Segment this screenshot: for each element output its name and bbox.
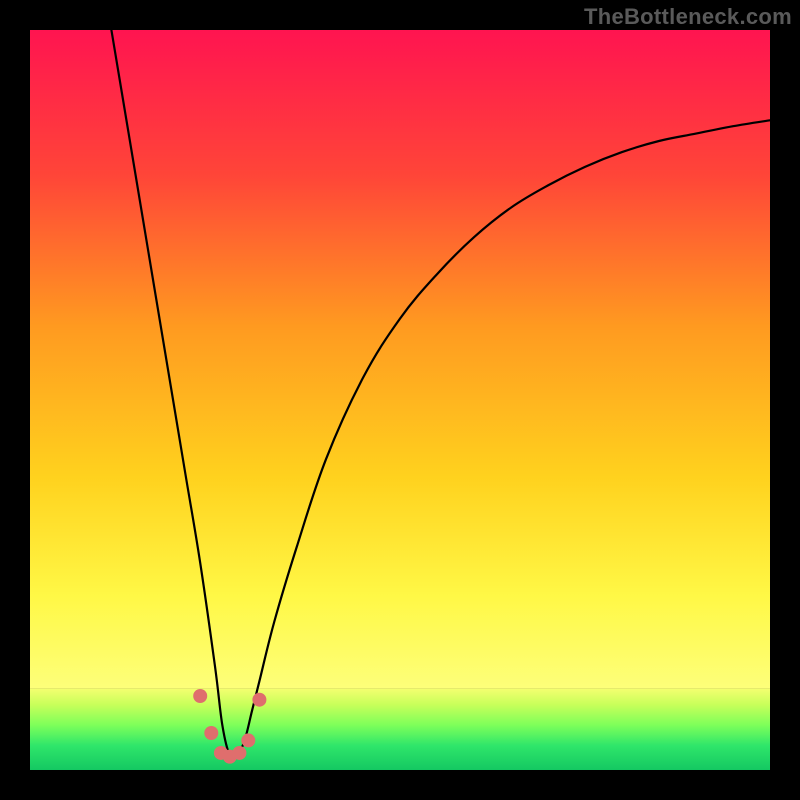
optimal-point-marker — [193, 689, 207, 703]
green-band — [30, 689, 770, 770]
optimal-point-marker — [241, 733, 255, 747]
optimal-point-marker — [204, 726, 218, 740]
optimal-point-marker — [252, 693, 266, 707]
gradient-background — [30, 30, 770, 689]
bottleneck-chart — [0, 0, 800, 800]
chart-body — [30, 30, 770, 770]
optimal-point-marker — [232, 746, 246, 760]
chart-frame: TheBottleneck.com — [0, 0, 800, 800]
watermark-text: TheBottleneck.com — [584, 4, 792, 30]
